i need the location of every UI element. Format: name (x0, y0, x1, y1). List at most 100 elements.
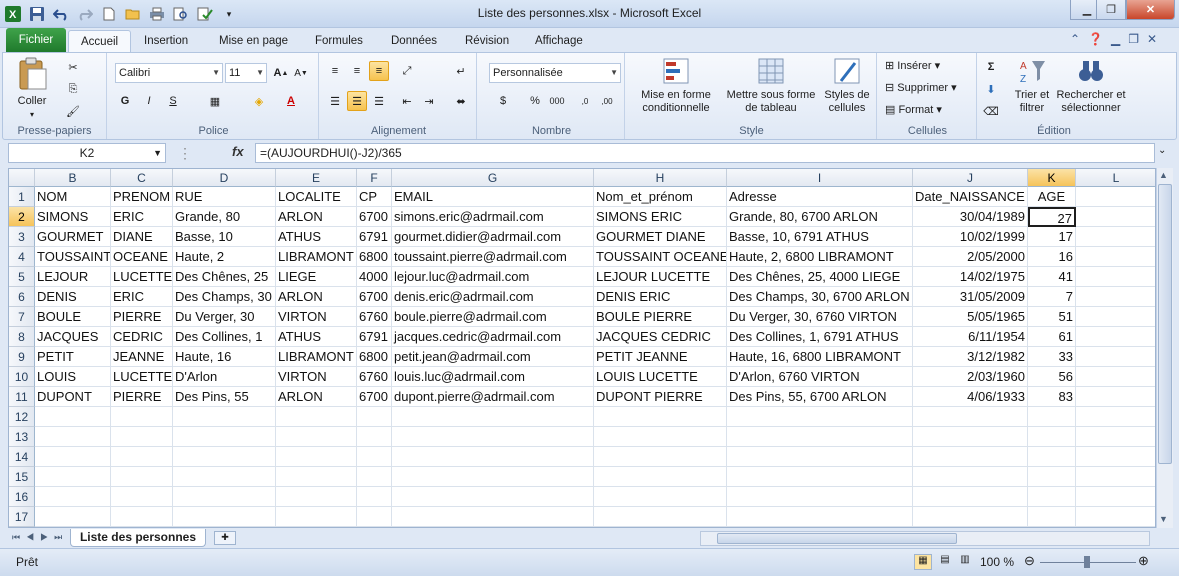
column-header[interactable]: G (392, 169, 594, 187)
row-header[interactable]: 9 (9, 347, 35, 367)
data-cell[interactable]: DUPONT PIERRE (594, 387, 727, 407)
minimize-ribbon-icon[interactable]: ⌃ (1070, 32, 1080, 46)
empty-cell[interactable] (276, 487, 357, 507)
empty-cell[interactable] (111, 467, 173, 487)
empty-cell[interactable] (1076, 507, 1155, 527)
empty-cell[interactable] (727, 447, 913, 467)
row-header[interactable]: 10 (9, 367, 35, 387)
horizontal-scrollbar[interactable] (700, 531, 1150, 546)
data-cell[interactable]: JACQUES CEDRIC (594, 327, 727, 347)
empty-cell[interactable] (111, 447, 173, 467)
data-cell[interactable]: dupont.pierre@adrmail.com (392, 387, 594, 407)
data-cell[interactable]: 6791 (357, 327, 392, 347)
data-cell[interactable]: LUCETTE (111, 267, 173, 287)
fill-icon[interactable]: ⬇ (981, 79, 1001, 99)
header-cell[interactable]: PRENOM (111, 187, 173, 207)
empty-cell[interactable] (1076, 487, 1155, 507)
empty-cell[interactable] (727, 407, 913, 427)
empty-cell[interactable] (111, 487, 173, 507)
data-cell[interactable]: Des Pins, 55 (173, 387, 276, 407)
data-cell[interactable]: 2/05/2000 (913, 247, 1028, 267)
empty-cell[interactable] (392, 507, 594, 527)
data-cell[interactable]: DUPONT (35, 387, 111, 407)
data-cell[interactable]: ARLON (276, 287, 357, 307)
empty-cell[interactable] (392, 427, 594, 447)
column-header[interactable]: D (173, 169, 276, 187)
data-cell[interactable]: BOULE PIERRE (594, 307, 727, 327)
data-cell[interactable]: 41 (1028, 267, 1076, 287)
data-cell[interactable]: BOULE (35, 307, 111, 327)
help-icon[interactable]: ❓ (1088, 32, 1103, 46)
data-cell[interactable]: Des Pins, 55, 6700 ARLON (727, 387, 913, 407)
empty-cell[interactable] (727, 427, 913, 447)
normal-view-icon[interactable]: ▦ (914, 554, 932, 570)
header-cell[interactable]: EMAIL (392, 187, 594, 207)
sheet-navigation-icons[interactable]: ⏮◀▶⏭ (12, 532, 68, 543)
empty-cell[interactable] (594, 407, 727, 427)
header-cell[interactable]: LOCALITE (276, 187, 357, 207)
percent-icon[interactable]: % (525, 91, 545, 111)
empty-cell[interactable] (357, 427, 392, 447)
empty-cell[interactable] (276, 427, 357, 447)
data-cell[interactable]: 51 (1028, 307, 1076, 327)
empty-cell[interactable] (111, 407, 173, 427)
empty-cell[interactable] (1076, 187, 1155, 207)
data-cell[interactable]: ARLON (276, 207, 357, 227)
expand-formula-bar-icon[interactable]: ⌄ (1158, 145, 1166, 156)
empty-cell[interactable] (1076, 367, 1155, 387)
data-cell[interactable]: 4/06/1933 (913, 387, 1028, 407)
data-cell[interactable]: denis.eric@adrmail.com (392, 287, 594, 307)
header-cell[interactable]: CP (357, 187, 392, 207)
data-cell[interactable]: 10/02/1999 (913, 227, 1028, 247)
empty-cell[interactable] (35, 427, 111, 447)
empty-cell[interactable] (1076, 327, 1155, 347)
clear-icon[interactable]: ⌫ (981, 101, 1001, 121)
data-cell[interactable]: ERIC (111, 287, 173, 307)
empty-cell[interactable] (392, 467, 594, 487)
data-cell[interactable]: Haute, 2 (173, 247, 276, 267)
data-cell[interactable]: 14/02/1975 (913, 267, 1028, 287)
scroll-down-icon[interactable]: ▼ (1159, 514, 1168, 524)
data-cell[interactable]: DIANE (111, 227, 173, 247)
empty-cell[interactable] (1028, 507, 1076, 527)
data-cell[interactable]: 6791 (357, 227, 392, 247)
empty-cell[interactable] (913, 487, 1028, 507)
header-cell[interactable]: Date_NAISSANCE (913, 187, 1028, 207)
data-cell[interactable]: ATHUS (276, 327, 357, 347)
data-cell[interactable]: boule.pierre@adrmail.com (392, 307, 594, 327)
data-cell[interactable]: PETIT (35, 347, 111, 367)
data-cell[interactable]: 4000 (357, 267, 392, 287)
merge-center-icon[interactable]: ⬌ (451, 91, 471, 111)
empty-cell[interactable] (35, 507, 111, 527)
header-cell[interactable]: NOM (35, 187, 111, 207)
workbook-close-icon[interactable]: ✕ (1147, 32, 1157, 46)
empty-cell[interactable] (1076, 267, 1155, 287)
data-cell[interactable]: Des Chênes, 25 (173, 267, 276, 287)
data-cell[interactable]: 31/05/2009 (913, 287, 1028, 307)
scroll-up-icon[interactable]: ▲ (1159, 170, 1168, 180)
data-cell[interactable]: PETIT JEANNE (594, 347, 727, 367)
shrink-font-icon[interactable]: A ▼ (291, 63, 311, 83)
select-all-corner[interactable] (9, 169, 35, 187)
zoom-level[interactable]: 100 % (980, 555, 1014, 569)
data-cell[interactable]: Basse, 10, 6791 ATHUS (727, 227, 913, 247)
data-cell[interactable]: Des Collines, 1, 6791 ATHUS (727, 327, 913, 347)
column-header[interactable]: F (357, 169, 392, 187)
cell-styles-button[interactable]: Styles de cellules (821, 57, 873, 115)
empty-cell[interactable] (392, 407, 594, 427)
row-header[interactable]: 17 (9, 507, 35, 527)
data-cell[interactable]: PIERRE (111, 387, 173, 407)
empty-cell[interactable] (727, 507, 913, 527)
row-header[interactable]: 16 (9, 487, 35, 507)
empty-cell[interactable] (1076, 287, 1155, 307)
empty-cell[interactable] (594, 447, 727, 467)
data-cell[interactable]: 6700 (357, 387, 392, 407)
empty-cell[interactable] (594, 427, 727, 447)
spreadsheet-grid[interactable]: B C D E F G H I J K L 1 NOM PRENOM RUE LOCAL… (8, 168, 1156, 528)
empty-cell[interactable] (1076, 227, 1155, 247)
data-cell[interactable]: SIMONS (35, 207, 111, 227)
font-name-select[interactable]: Calibri ▼ (115, 63, 223, 83)
empty-cell[interactable] (1076, 347, 1155, 367)
data-cell[interactable]: Haute, 2, 6800 LIBRAMONT (727, 247, 913, 267)
empty-cell[interactable] (1028, 467, 1076, 487)
